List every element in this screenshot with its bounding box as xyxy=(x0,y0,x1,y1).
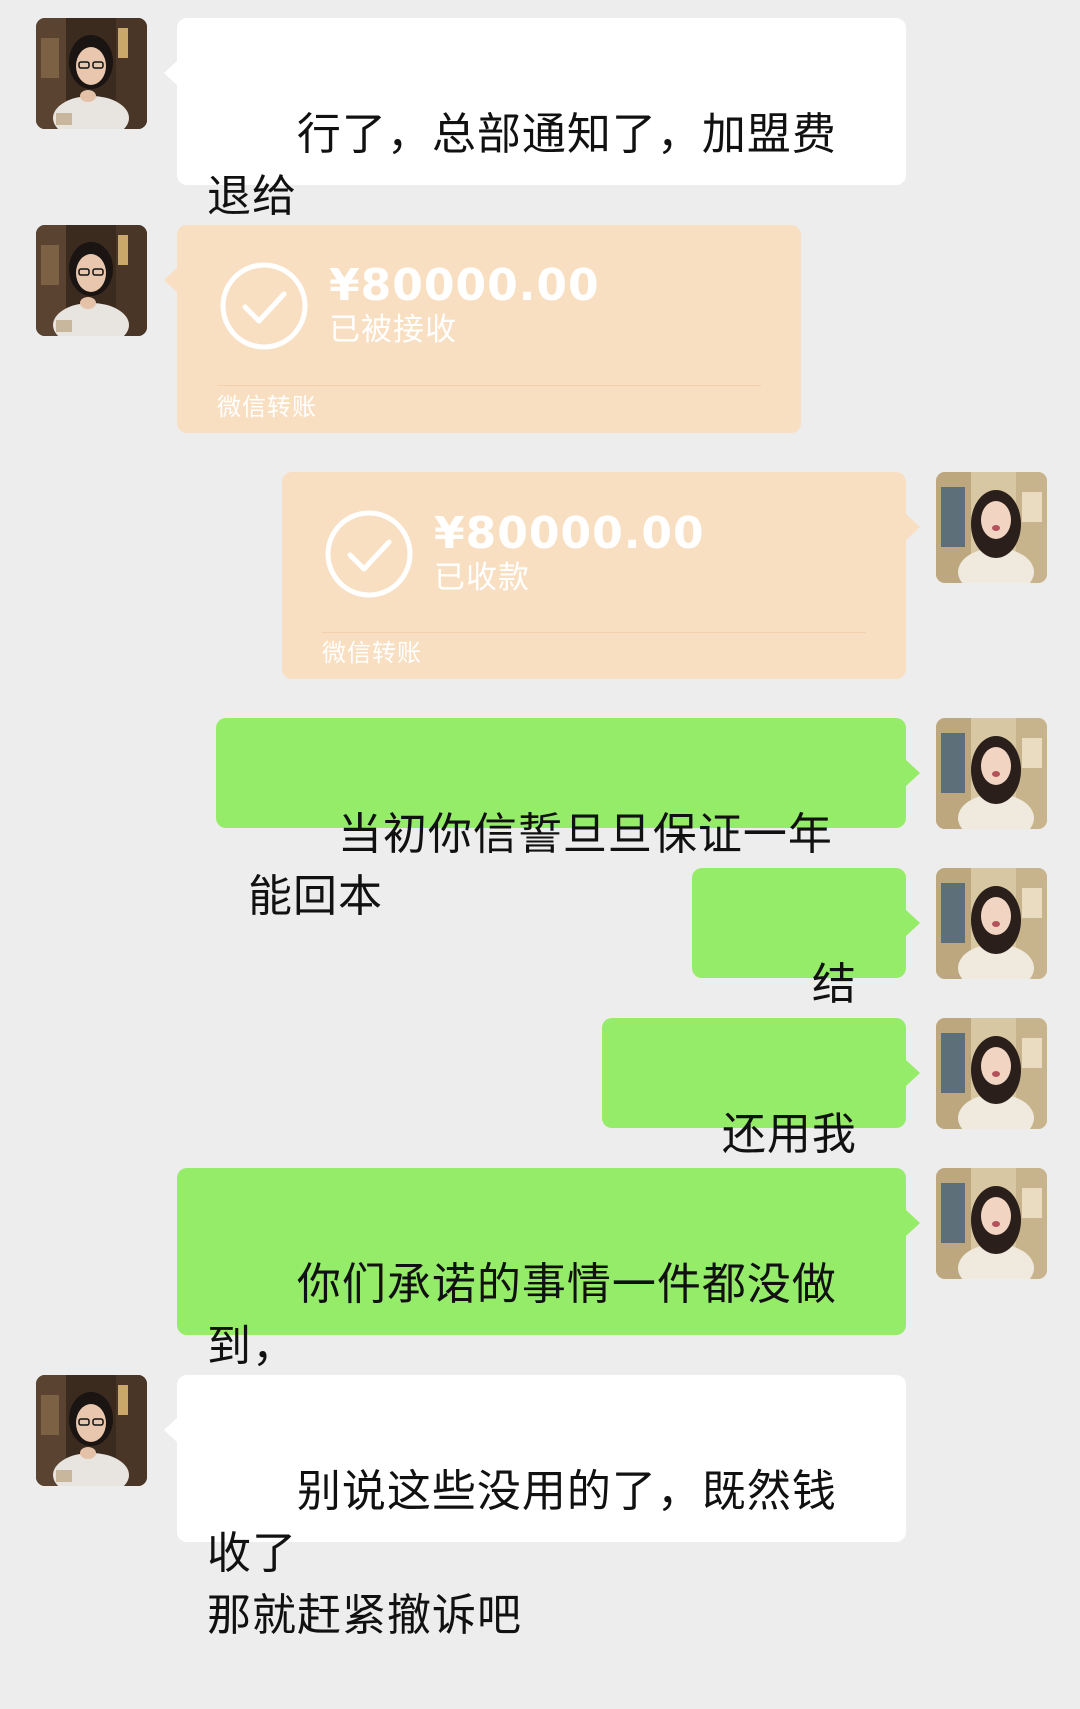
transfer-amount: ¥80000.00 xyxy=(329,260,600,311)
avatar-woman-glasses-icon xyxy=(36,18,147,129)
avatar-woman-long-hair-icon xyxy=(936,1168,1047,1279)
avatar-me[interactable] xyxy=(936,718,1047,829)
transfer-amount: ¥80000.00 xyxy=(434,508,705,559)
message-bubble[interactable]: 别说这些没用的了，既然钱收了 那就赶紧撤诉吧 xyxy=(177,1375,906,1641)
avatar-other[interactable] xyxy=(36,225,147,336)
avatar-woman-long-hair-icon xyxy=(936,472,1047,583)
avatar-woman-glasses-icon xyxy=(36,225,147,336)
avatar-me[interactable] xyxy=(936,1018,1047,1129)
transfer-card[interactable]: ¥80000.00 已被接收 微信转账 xyxy=(177,225,801,433)
avatar-me[interactable] xyxy=(936,472,1047,583)
bubble-tail xyxy=(906,514,920,540)
message-bubble[interactable]: 还用我说吗? xyxy=(602,1018,906,1222)
bubble-tail xyxy=(164,267,178,293)
transfer-status: 已收款 xyxy=(434,560,530,596)
check-circle-icon xyxy=(324,509,414,599)
transfer-footer: 微信转账 xyxy=(322,639,422,667)
transfer-status: 已被接收 xyxy=(329,312,457,348)
message-bubble[interactable]: 你们承诺的事情一件都没做到， 就是一群骗子! xyxy=(177,1168,906,1434)
avatar-other[interactable] xyxy=(36,1375,147,1486)
message-bubble[interactable]: 当初你信誓旦旦保证一年能回本 xyxy=(216,718,906,922)
bubble-tail xyxy=(906,760,920,786)
message-text: 别说这些没用的了，既然钱收了 那就赶紧撤诉吧 xyxy=(207,1466,837,1641)
avatar-woman-glasses-icon xyxy=(36,1375,147,1486)
transfer-footer: 微信转账 xyxy=(217,393,317,421)
bubble-tail xyxy=(164,60,178,86)
transfer-divider xyxy=(322,632,866,633)
transfer-card[interactable]: ¥80000.00 已收款 微信转账 xyxy=(282,472,906,679)
avatar-other[interactable] xyxy=(36,18,147,129)
bubble-tail xyxy=(906,1060,920,1086)
bubble-tail xyxy=(906,1210,920,1236)
bubble-tail xyxy=(164,1417,178,1443)
avatar-me[interactable] xyxy=(936,1168,1047,1279)
avatar-woman-long-hair-icon xyxy=(936,1018,1047,1129)
avatar-woman-long-hair-icon xyxy=(936,868,1047,979)
message-bubble[interactable]: 结果呢? xyxy=(692,868,906,1072)
check-circle-icon xyxy=(219,261,309,351)
avatar-me[interactable] xyxy=(936,868,1047,979)
transfer-divider xyxy=(217,385,761,386)
bubble-tail xyxy=(906,910,920,936)
message-bubble[interactable]: 行了，总部通知了，加盟费退给 你 xyxy=(177,18,906,284)
avatar-woman-long-hair-icon xyxy=(936,718,1047,829)
